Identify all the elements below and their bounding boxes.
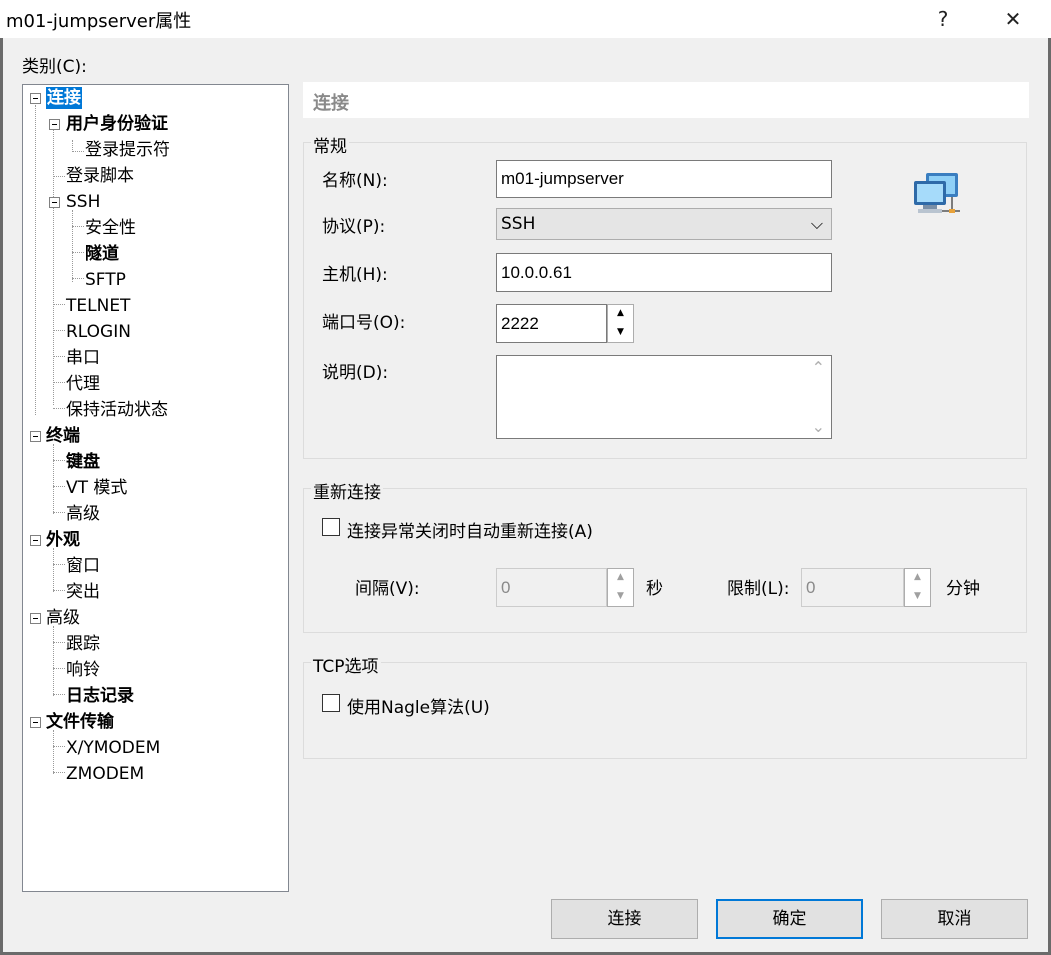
tree-item-logging[interactable]: 日志记录 (66, 685, 134, 707)
nagle-label[interactable]: 使用Nagle算法(U) (347, 693, 490, 718)
spin-down-icon[interactable]: ▼ (608, 324, 633, 343)
tree-item-sftp[interactable]: SFTP (85, 269, 126, 291)
tree-item-highlight[interactable]: 突出 (66, 581, 100, 603)
window-title: m01-jumpserver属性 (6, 11, 192, 32)
name-label: 名称(N): (322, 171, 388, 191)
collapse-icon[interactable] (49, 119, 60, 130)
limit-spinner[interactable]: ▲ ▼ (904, 568, 931, 607)
spin-up-icon[interactable]: ▲ (905, 569, 930, 588)
tree-item-window[interactable]: 窗口 (66, 555, 100, 577)
panel-header (303, 82, 1029, 118)
panel-title: 连接 (313, 93, 349, 114)
spin-up-icon[interactable]: ▲ (608, 305, 633, 324)
limit-input[interactable] (801, 568, 904, 607)
interval-unit: 秒 (646, 579, 663, 599)
tree-item-login-prompt[interactable]: 登录提示符 (85, 139, 170, 161)
tree-item-terminal-advanced[interactable]: 高级 (66, 503, 100, 525)
collapse-icon[interactable] (30, 535, 41, 546)
scroll-up-icon[interactable]: ⌃ (812, 358, 825, 377)
reconnect-group-title: 重新连接 (311, 478, 383, 503)
spin-up-icon[interactable]: ▲ (608, 569, 633, 588)
help-button[interactable]: ? (920, 4, 966, 34)
chevron-down-icon: ⌵ (810, 214, 823, 233)
port-input[interactable] (496, 304, 607, 343)
host-label: 主机(H): (322, 265, 388, 285)
tree-item-proxy[interactable]: 代理 (66, 373, 100, 395)
limit-unit: 分钟 (946, 579, 980, 599)
tree-item-terminal[interactable]: 终端 (46, 425, 80, 447)
auto-reconnect-checkbox[interactable] (322, 518, 340, 536)
interval-label: 间隔(V): (355, 579, 420, 599)
tree-item-bell[interactable]: 响铃 (66, 659, 100, 681)
tree-item-file-transfer[interactable]: 文件传输 (46, 711, 114, 733)
tree-item-appearance[interactable]: 外观 (46, 529, 80, 551)
connect-button[interactable]: 连接 (551, 899, 698, 939)
tree-item-trace[interactable]: 跟踪 (66, 633, 100, 655)
category-tree[interactable]: 连接 用户身份验证 登录提示符 登录脚本 SSH 安全性 隧道 SFTP TEL… (22, 84, 289, 892)
tree-item-tunnel[interactable]: 隧道 (85, 243, 119, 265)
host-input[interactable] (496, 253, 832, 292)
ok-button[interactable]: 确定 (716, 899, 863, 939)
reconnect-group (303, 488, 1027, 633)
name-input[interactable] (496, 160, 832, 198)
description-textarea[interactable]: ⌃ ⌄ (496, 355, 832, 439)
network-computers-icon (914, 173, 960, 213)
tree-item-xymodem[interactable]: X/YMODEM (66, 737, 160, 759)
description-label: 说明(D): (322, 363, 389, 383)
scroll-down-icon[interactable]: ⌄ (812, 417, 825, 436)
interval-input[interactable] (496, 568, 607, 607)
tree-item-keyboard[interactable]: 键盘 (66, 451, 100, 473)
tree-item-ssh[interactable]: SSH (66, 191, 100, 213)
spin-down-icon[interactable]: ▼ (608, 588, 633, 607)
tree-item-zmodem[interactable]: ZMODEM (66, 763, 144, 785)
window-frame-left (0, 38, 3, 955)
tree-item-vt-mode[interactable]: VT 模式 (66, 477, 127, 499)
auto-reconnect-label[interactable]: 连接异常关闭时自动重新连接(A) (347, 517, 593, 542)
tree-item-telnet[interactable]: TELNET (66, 295, 130, 317)
spin-down-icon[interactable]: ▼ (905, 588, 930, 607)
tree-item-security[interactable]: 安全性 (85, 217, 136, 239)
interval-spinner[interactable]: ▲ ▼ (607, 568, 634, 607)
collapse-icon[interactable] (30, 431, 41, 442)
general-group-title: 常规 (311, 132, 349, 157)
limit-label: 限制(L): (727, 579, 790, 599)
category-label: 类别(C): (22, 57, 87, 77)
tree-item-connection[interactable]: 连接 (46, 87, 82, 109)
close-button[interactable]: ✕ (990, 4, 1036, 34)
tree-item-advanced[interactable]: 高级 (46, 607, 80, 629)
collapse-icon[interactable] (30, 717, 41, 728)
tree-item-serial[interactable]: 串口 (66, 347, 100, 369)
tree-item-keepalive[interactable]: 保持活动状态 (66, 399, 168, 421)
collapse-icon[interactable] (30, 93, 41, 104)
port-label: 端口号(O): (322, 313, 406, 333)
tcp-group-title: TCP选项 (311, 652, 381, 677)
protocol-label: 协议(P): (322, 217, 386, 237)
collapse-icon[interactable] (49, 197, 60, 208)
tree-item-user-auth[interactable]: 用户身份验证 (66, 113, 168, 135)
protocol-select[interactable]: SSH ⌵ (496, 208, 832, 240)
protocol-value: SSH (501, 214, 536, 234)
collapse-icon[interactable] (30, 613, 41, 624)
tree-item-login-script[interactable]: 登录脚本 (66, 165, 134, 187)
port-spinner[interactable]: ▲ ▼ (607, 304, 634, 343)
nagle-checkbox[interactable] (322, 694, 340, 712)
cancel-button[interactable]: 取消 (881, 899, 1028, 939)
tree-item-rlogin[interactable]: RLOGIN (66, 321, 131, 343)
